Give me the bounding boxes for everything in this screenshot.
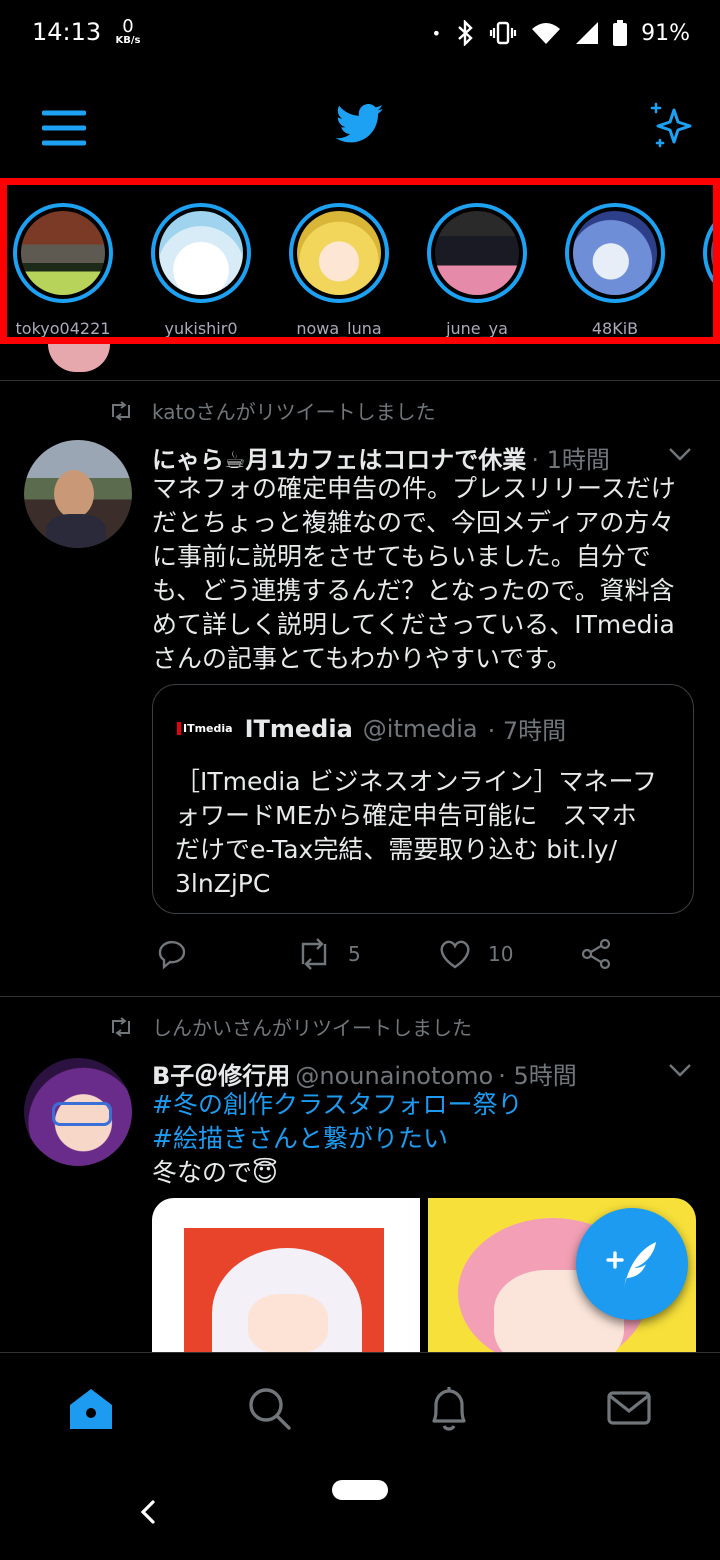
fleet-item[interactable] bbox=[703, 203, 713, 303]
status-icons: • 91% bbox=[432, 20, 690, 46]
fleets-bar: tokyo04221 yukishir0 nowa_luna june_ya 4… bbox=[0, 178, 720, 344]
network-speed-value: 0 bbox=[122, 16, 134, 37]
tweet-body-line: めて詳しく説明してくださっている、ITmedia bbox=[152, 610, 675, 639]
messages-icon[interactable] bbox=[604, 1383, 654, 1433]
hashtag-link[interactable]: #絵描きさんと繋がりたい bbox=[152, 1122, 702, 1156]
hashtag-link[interactable]: #冬の創作クラスタフォロー祭り bbox=[152, 1088, 702, 1122]
retweet-context: しんかいさんがリツイートしました bbox=[108, 1012, 472, 1041]
heart-icon bbox=[440, 940, 470, 969]
tweet-body: #冬の創作クラスタフォロー祭り #絵描きさんと繋がりたい 冬なので😇 bbox=[152, 1088, 702, 1190]
fleet-avatar bbox=[427, 203, 527, 303]
quoted-time: · 7時間 bbox=[487, 717, 567, 745]
bluetooth-icon bbox=[458, 20, 473, 46]
hamburger-menu-icon[interactable] bbox=[42, 110, 86, 146]
bottom-nav bbox=[0, 1352, 720, 1463]
fleet-name: june_ya bbox=[446, 319, 508, 338]
quoted-body-line: 3lnZjPC bbox=[175, 869, 271, 898]
tweet-time: · 5時間 bbox=[498, 1062, 577, 1090]
reply-button[interactable] bbox=[156, 938, 188, 970]
notification-dot: • bbox=[431, 23, 442, 43]
retweeted-by: katoさんがリツイートしました bbox=[152, 400, 436, 424]
divider bbox=[0, 996, 720, 997]
compose-tweet-icon bbox=[606, 1242, 656, 1288]
retweet-context: katoさんがリツイートしました bbox=[108, 396, 436, 425]
tweet-media-image[interactable] bbox=[152, 1198, 420, 1352]
tweet-body-line: マネフォの確定申告の件。プレスリリースだけ bbox=[152, 474, 676, 503]
search-icon[interactable] bbox=[244, 1383, 294, 1433]
tweet-actions: 5 10 bbox=[156, 938, 656, 978]
fleet-avatar bbox=[703, 203, 713, 303]
chevron-down-icon[interactable] bbox=[668, 1062, 692, 1078]
quoted-logo: ITmedia bbox=[177, 722, 235, 735]
compose-tweet-button[interactable] bbox=[576, 1208, 688, 1320]
quoted-body-line: ォワードMEから確定申告可能に スマホ bbox=[175, 801, 637, 830]
tweet-time: · 1時間 bbox=[531, 446, 610, 474]
top-app-bar bbox=[0, 70, 720, 180]
tweet-body-line: に事前に説明をさせてもらいました。自分で bbox=[152, 542, 651, 571]
vibrate-icon bbox=[489, 21, 517, 45]
tweet-header: にゃら☕月1カフェはコロナで休業 · 1時間 bbox=[152, 440, 692, 475]
fleet-item[interactable]: june_ya bbox=[427, 203, 537, 337]
fleet-item[interactable]: 48KiB bbox=[565, 203, 675, 337]
tweet-header: B子＠修行用 @nounainotomo · 5時間 bbox=[152, 1056, 692, 1091]
quoted-body-line: だけでe-Tax完結、需要取り込む bit.ly/ bbox=[175, 835, 618, 864]
status-bar: 14:13 0 KB/s • 91% bbox=[0, 0, 720, 70]
like-count: 10 bbox=[488, 942, 514, 966]
signal-icon bbox=[576, 22, 599, 44]
back-icon[interactable] bbox=[138, 1498, 158, 1526]
like-button[interactable]: 10 bbox=[438, 938, 513, 970]
share-button[interactable] bbox=[580, 938, 612, 970]
fleet-avatar bbox=[13, 203, 113, 303]
home-gesture-pill[interactable] bbox=[332, 1480, 388, 1500]
tweet-author-avatar[interactable] bbox=[24, 440, 132, 548]
home-icon[interactable] bbox=[66, 1383, 116, 1433]
fleet-item[interactable]: tokyo04221 bbox=[13, 203, 123, 337]
quoted-tweet[interactable]: ITmedia ITmedia @itmedia · 7時間 ［ITmedia … bbox=[152, 684, 694, 914]
quoted-handle: @itmedia bbox=[362, 714, 478, 743]
battery-level: 91% bbox=[641, 20, 690, 46]
tweet-body: マネフォの確定申告の件。プレスリリースだけ だとちょっと複雑なので、今回メディア… bbox=[152, 472, 702, 676]
quoted-body-line: ［ITmedia ビジネスオンライン］マネーフ bbox=[175, 767, 657, 796]
fleet-name: yukishir0 bbox=[164, 319, 238, 338]
fleet-avatar bbox=[565, 203, 665, 303]
tweet-body-line: だとちょっと複雑なので、今回メディアの方々 bbox=[152, 508, 675, 537]
reply-icon bbox=[158, 940, 186, 970]
quoted-author-name: ITmedia bbox=[244, 714, 353, 743]
fleet-name: 48KiB bbox=[591, 319, 639, 338]
tweet-body-line: も、どう連携するんだ？となったので。資料含 bbox=[152, 576, 675, 605]
retweet-button[interactable]: 5 bbox=[296, 938, 361, 970]
tweet-author-name[interactable]: B子＠修行用 bbox=[152, 1062, 290, 1090]
previous-tweet-avatar bbox=[48, 344, 110, 372]
battery-icon bbox=[613, 20, 628, 46]
fleet-avatar bbox=[289, 203, 389, 303]
sparkle-icon[interactable] bbox=[648, 100, 696, 150]
chevron-down-icon[interactable] bbox=[668, 446, 692, 462]
divider bbox=[0, 380, 720, 381]
retweet-icon bbox=[112, 1016, 130, 1037]
retweet-icon bbox=[301, 938, 327, 970]
wifi-icon bbox=[532, 23, 561, 44]
fleet-name: tokyo04221 bbox=[15, 319, 111, 338]
retweet-icon bbox=[112, 400, 130, 421]
status-time: 14:13 bbox=[32, 18, 102, 46]
tweet-handle: @nounainotomo bbox=[295, 1062, 494, 1090]
tweet-body-line: さんの記事とてもわかりやすいです。 bbox=[152, 644, 572, 673]
tweet-text: 冬なので😇 bbox=[152, 1158, 279, 1187]
system-navigation bbox=[0, 1462, 720, 1560]
network-speed: 0 KB/s bbox=[112, 18, 144, 46]
fleet-name: nowa_luna bbox=[296, 319, 382, 338]
tweet-author-name[interactable]: にゃら☕月1カフェはコロナで休業 bbox=[152, 446, 526, 474]
tweet-author-avatar[interactable] bbox=[24, 1058, 132, 1166]
quoted-body: ［ITmedia ビジネスオンライン］マネーフ ォワードMEから確定申告可能に … bbox=[175, 765, 675, 901]
fleet-item[interactable]: nowa_luna bbox=[289, 203, 399, 337]
share-icon bbox=[581, 938, 611, 970]
fleet-avatar bbox=[151, 203, 251, 303]
network-speed-unit: KB/s bbox=[115, 35, 141, 46]
twitter-bird-icon bbox=[336, 104, 384, 143]
fleet-item[interactable]: yukishir0 bbox=[151, 203, 261, 337]
retweeted-by: しんかいさんがリツイートしました bbox=[152, 1016, 472, 1040]
notifications-icon[interactable] bbox=[424, 1383, 474, 1433]
retweet-count: 5 bbox=[348, 942, 361, 966]
